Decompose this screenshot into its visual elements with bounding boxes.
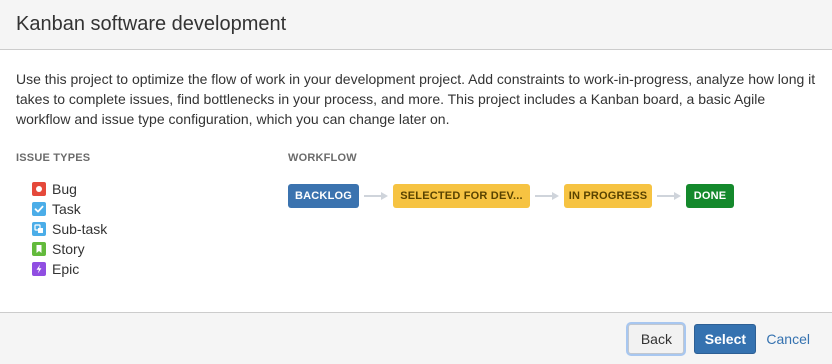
transition-arrow-icon [359,184,393,208]
epic-icon [32,262,46,276]
issue-type-task: Task [32,199,288,219]
status-done: DONE [686,184,734,208]
transition-arrow-icon [652,184,686,208]
workflow-heading: WORKFLOW [288,152,357,164]
select-button[interactable]: Select [694,323,757,354]
bug-icon [32,182,46,196]
transition-arrow-icon [530,184,564,208]
issue-type-label: Epic [52,261,80,277]
subtask-icon [32,222,46,236]
status-in-progress: IN PROGRESS [564,184,652,208]
create-project-dialog: Kanban software development Use this pro… [0,0,832,364]
story-icon [32,242,46,256]
status-backlog: BACKLOG [288,184,359,208]
task-icon [32,202,46,216]
issue-types-section: ISSUE TYPES Bug Task Sub-task Story Epic [16,151,288,279]
project-details: ISSUE TYPES Bug Task Sub-task Story Epic… [16,151,816,279]
workflow-diagram: BACKLOG SELECTED FOR DEV... IN PROGRESS … [288,184,734,208]
project-description: Use this project to optimize the flow of… [16,71,816,127]
issue-type-subtask: Sub-task [32,219,288,239]
issue-type-bug: Bug [32,179,288,199]
issue-type-epic: Epic [32,259,288,279]
status-selected-for-development: SELECTED FOR DEV... [393,184,530,208]
issue-type-label: Story [52,241,85,257]
issue-type-label: Bug [52,181,77,197]
cancel-button[interactable]: Cancel [762,324,814,354]
issue-type-label: Sub-task [52,221,108,237]
dialog-footer: Back Select Cancel [0,312,832,364]
issue-types-heading: ISSUE TYPES [16,152,91,164]
back-button[interactable]: Back [628,323,685,354]
workflow-section: WORKFLOW BACKLOG SELECTED FOR DEV... IN … [288,151,734,279]
dialog-body: Use this project to optimize the flow of… [0,50,832,279]
issue-types-list: Bug Task Sub-task Story Epic [16,179,288,279]
issue-type-label: Task [52,201,81,217]
dialog-header: Kanban software development [0,0,832,50]
issue-type-story: Story [32,239,288,259]
dialog-title: Kanban software development [16,13,287,35]
